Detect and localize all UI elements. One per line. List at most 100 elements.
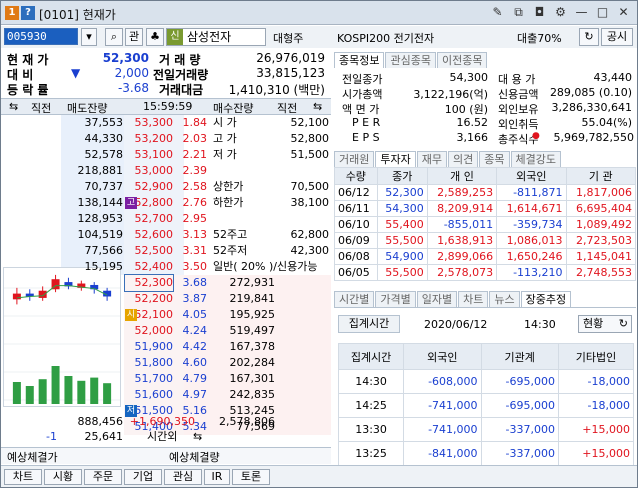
table-row[interactable]: 06/12 52,300 2,589,253 -811,871 1,817,006 — [334, 184, 637, 201]
ask-price[interactable]: 53,200 — [125, 131, 174, 147]
tab-by-price[interactable]: 가격별 — [375, 291, 416, 307]
mini-chart — [3, 267, 121, 407]
tab-strength[interactable]: 체결강도 — [510, 151, 561, 167]
ask-price[interactable]: 53,300 — [125, 115, 174, 131]
bid-price[interactable]: 51,900 — [125, 339, 174, 355]
price-button[interactable]: 관 — [125, 28, 143, 46]
table-row[interactable]: 06/05 55,500 2,578,073 -113,210 2,748,553 — [334, 264, 637, 281]
table-row[interactable]: 13:30 -741,000 -337,000 +15,000 — [337, 417, 635, 442]
tab-prev[interactable]: 이전종목 — [436, 52, 488, 68]
table-row[interactable]: 06/10 55,400 -855,011 -359,734 1,089,492 — [334, 216, 637, 233]
table-row[interactable]: 06/08 54,900 2,899,066 1,650,246 1,145,041 — [334, 248, 637, 265]
settings-icon[interactable]: ⚙ — [553, 5, 568, 20]
bottom-button[interactable]: 주문 — [84, 469, 122, 485]
memo-icon[interactable]: ✎ — [490, 5, 505, 20]
help-badge[interactable]: ? — [21, 6, 35, 20]
bid-price[interactable]: 51,600 — [125, 387, 174, 403]
ask-price[interactable]: 52,400 — [125, 259, 174, 275]
table-cell: -841,000 — [403, 441, 482, 466]
bid-price[interactable]: 52,200 — [125, 291, 174, 307]
table-cell: -811,871 — [496, 184, 567, 201]
tab-watch[interactable]: 관심종목 — [385, 52, 436, 68]
tab-by-date[interactable]: 일자별 — [416, 291, 458, 307]
ask-price[interactable]: 52,700 — [125, 211, 174, 227]
ask-qty: 138,144 — [77, 196, 124, 209]
eps-value: 3,166 — [456, 131, 489, 144]
column-header[interactable]: 기 관 — [565, 167, 637, 185]
amount-value: 1,410,310 (백만) — [228, 83, 325, 97]
stock-name-field[interactable]: 신 삼성전자 — [166, 28, 266, 46]
tab-estimate[interactable]: 장중추정 — [520, 291, 572, 307]
tab-item[interactable]: 종목 — [479, 151, 510, 167]
prev-close-value: 54,300 — [449, 71, 489, 84]
table-cell: 1,650,246 — [496, 248, 567, 265]
link-icon[interactable]: ⧉ — [511, 5, 526, 20]
status-button[interactable]: 현황 ↻ — [578, 315, 632, 333]
ask-price[interactable]: 52,900 — [125, 179, 174, 195]
index-group: KOSPI200 전기전자 — [337, 32, 435, 45]
volume-value: 26,976,019 — [256, 51, 325, 65]
column-header[interactable]: 수량 — [334, 167, 378, 185]
tab-investor[interactable]: 투자자 — [375, 151, 416, 167]
current-price-window: 1 ? [0101] 현재가 ✎ ⧉ ◘ ⚙ — □ ✕ ▾ ⌕ 관 ♣ 신 삼… — [0, 0, 638, 488]
rate-label: 등 락 률 — [7, 83, 49, 97]
bid-price[interactable]: 52,300 — [124, 274, 174, 292]
tab-opinion[interactable]: 의견 — [448, 151, 479, 167]
arrow-icon[interactable]: ⇆ — [313, 100, 322, 113]
tab-finance[interactable]: 재무 — [416, 151, 447, 167]
table-row[interactable]: 06/09 55,500 1,638,913 1,086,013 2,723,503 — [334, 232, 637, 249]
bottom-button[interactable]: 기업 — [124, 469, 162, 485]
table-cell: -18,000 — [557, 369, 635, 394]
ask-price[interactable]: 53,100 — [125, 147, 174, 163]
arrow-icon[interactable]: ⇆ — [9, 100, 18, 113]
shares-value: 5,969,782,550 — [553, 131, 634, 144]
code-dropdown-button[interactable]: ▾ — [81, 28, 97, 46]
stock-icon[interactable]: ♣ — [146, 28, 164, 46]
ask-price[interactable]: 53,000 — [125, 163, 174, 179]
estimate-time[interactable]: 14:30 — [524, 318, 556, 331]
table-row[interactable]: 06/11 54,300 8,209,914 1,614,671 6,695,404 — [334, 200, 637, 217]
estimate-date[interactable]: 2020/06/12 — [424, 318, 487, 331]
tab-chart[interactable]: 차트 — [458, 291, 489, 307]
search-icon[interactable]: ⌕ — [105, 28, 123, 46]
table-cell: +15,000 — [557, 417, 635, 442]
table-cell: 6,695,404 — [565, 200, 637, 217]
bid-price[interactable]: 52,000 — [125, 323, 174, 339]
tab-news[interactable]: 뉴스 — [489, 291, 520, 307]
table-cell: 2,899,066 — [426, 248, 498, 265]
bottom-button[interactable]: 토론 — [232, 469, 270, 485]
close-icon[interactable]: ✕ — [616, 5, 631, 20]
stock-type: 대형주 — [273, 32, 304, 45]
column-header[interactable]: 종가 — [376, 167, 428, 185]
minimize-icon[interactable]: — — [574, 5, 589, 20]
after-hours-icon[interactable]: ⇆ — [193, 429, 202, 445]
volume-bar — [51, 366, 60, 404]
bid-qty: 167,301 — [229, 372, 276, 385]
stock-code-input[interactable] — [4, 28, 78, 45]
tab-by-time[interactable]: 시간별 — [334, 291, 375, 307]
info-tabs: 종목정보 관심종목 이전종목 — [334, 52, 488, 68]
column-header[interactable]: 개 인 — [426, 167, 498, 185]
column-header: 기관계 — [480, 343, 559, 370]
table-row[interactable]: 14:25 -741,000 -695,000 -18,000 — [337, 393, 635, 418]
camera-icon[interactable]: ◘ — [532, 5, 547, 20]
maximize-icon[interactable]: □ — [595, 5, 610, 20]
table-row[interactable]: 13:25 -841,000 -337,000 +15,000 — [337, 441, 635, 466]
ask-price[interactable]: 52,600 — [125, 227, 174, 243]
bottom-button[interactable]: IR — [204, 469, 230, 485]
disclosure-button[interactable]: 공시 — [601, 28, 633, 46]
bottom-button[interactable]: 시황 — [44, 469, 82, 485]
bottom-button[interactable]: 차트 — [4, 469, 42, 485]
column-header[interactable]: 외국인 — [496, 167, 567, 185]
window-title: [0101] 현재가 — [39, 8, 116, 22]
table-row[interactable]: 14:30 -608,000 -695,000 -18,000 — [337, 369, 635, 394]
bid-price[interactable]: 51,700 — [125, 371, 174, 387]
ask-price[interactable]: 52,500 — [125, 243, 174, 259]
table-cell: 2,589,253 — [426, 184, 498, 201]
tab-stock-info[interactable]: 종목정보 — [334, 52, 385, 68]
refresh-icon[interactable]: ↻ — [579, 28, 599, 46]
bottom-button[interactable]: 관심 — [164, 469, 202, 485]
table-cell: -695,000 — [480, 393, 559, 418]
tab-broker[interactable]: 거래원 — [334, 151, 375, 167]
bid-price[interactable]: 51,800 — [125, 355, 174, 371]
